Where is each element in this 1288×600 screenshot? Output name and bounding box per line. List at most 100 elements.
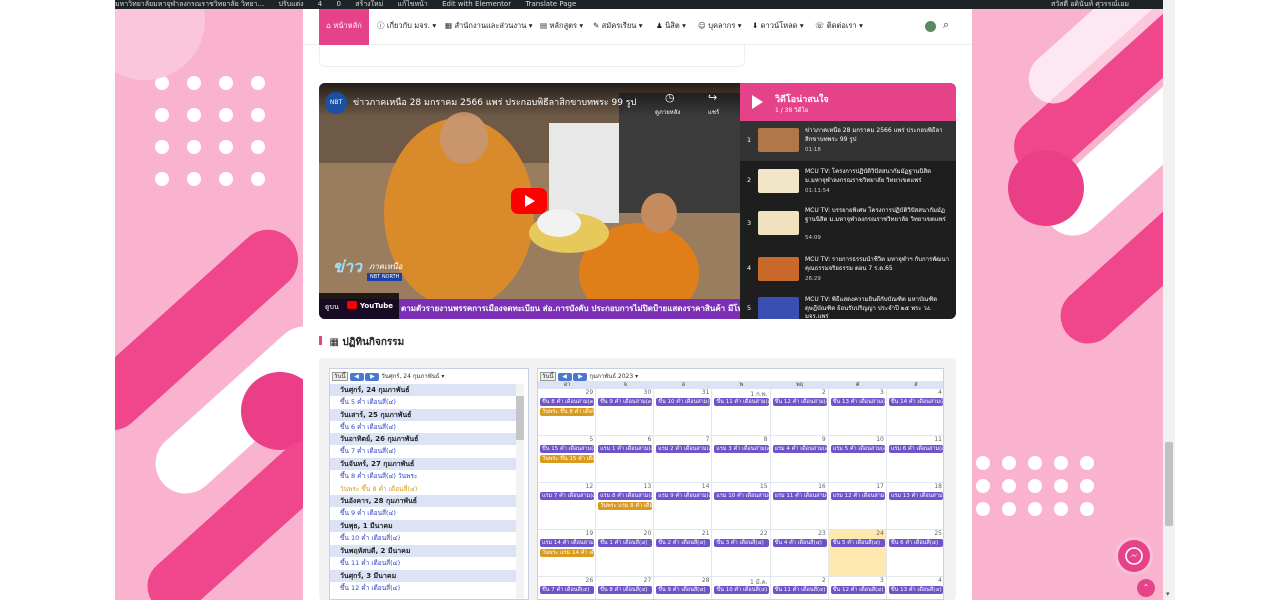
agenda-next-button[interactable]: ▶ <box>365 373 380 381</box>
agenda-scrollbar[interactable] <box>516 384 524 599</box>
playlist-item[interactable]: 4 MCU TV: รายการธรรมนำชีวิต มหาจุฬาฯ กับ… <box>740 249 956 289</box>
agenda-event[interactable]: ขึ้น 7 ค่ำ เดือนสี่(๔) <box>330 445 516 458</box>
scroll-down-icon[interactable]: ▾ <box>1166 590 1170 598</box>
calendar-event[interactable]: ขึ้น 9 ค่ำ เดือนสาม(๓) <box>598 398 653 406</box>
nav-offices[interactable]: ▦ สำนักงานและส่วนงาน ▾ <box>445 9 532 45</box>
calendar-event[interactable]: ขึ้น 3 ค่ำ เดือนสี่(๔) <box>714 539 769 547</box>
calendar-event[interactable]: แรม 6 ค่ำ เดือนสาม(๓) <box>888 445 943 453</box>
calendar-event[interactable]: ขึ้น 11 ค่ำ เดือนสี่(๔) <box>772 586 827 594</box>
playlist-item[interactable]: 2 MCU TV: โครงการปฏิบัติวิปัสสนากัมมัฏฐา… <box>740 161 956 201</box>
nav-staff[interactable]: ☺ บุคลากร ▾ <box>698 9 742 45</box>
month-prev-button[interactable]: ◀ <box>557 373 572 381</box>
calendar-event[interactable]: ขึ้น 13 ค่ำ เดือนสาม(๓) <box>830 398 885 406</box>
calendar-cell-today[interactable]: 24 <box>828 530 887 577</box>
video-title[interactable]: ข่าวภาคเหนือ 28 มกราคม 2566 แพร่ ประกอบพ… <box>353 95 683 109</box>
channel-avatar[interactable]: NBT <box>325 92 347 114</box>
month-dropdown-icon[interactable]: ▾ <box>635 373 638 380</box>
messenger-chat-button[interactable] <box>1118 540 1150 572</box>
calendar-event[interactable]: ขึ้น 2 ค่ำ เดือนสี่(๔) <box>656 539 711 547</box>
calendar-holy-day-event[interactable]: วันพระ ขึ้น 8 ค่ำ เดือนสาม <box>540 408 595 416</box>
calendar-event[interactable]: ขึ้น 10 ค่ำ เดือนสาม(๓) <box>656 398 711 406</box>
calendar-event[interactable]: แรม 5 ค่ำ เดือนสาม(๓) <box>830 445 885 453</box>
nav-about[interactable]: ⓘ เกี่ยวกับ มจร. ▾ <box>377 9 436 45</box>
calendar-event[interactable]: แรม 8 ค่ำ เดือนสาม(๓) <box>598 492 653 500</box>
month-today-button[interactable]: วันนี้ <box>540 372 556 381</box>
calendar-event[interactable]: ขึ้น 12 ค่ำ เดือนสี่(๔) <box>830 586 885 594</box>
agenda-event[interactable]: ขึ้น 10 ค่ำ เดือนสี่(๔) <box>330 532 516 545</box>
watch-later-icon[interactable]: ◷ <box>665 91 675 104</box>
nav-home[interactable]: ⌂ หน้าหลัก <box>319 9 369 45</box>
admin-comments-link[interactable]: 0 <box>337 0 341 9</box>
calendar-event[interactable]: ขึ้น 11 ค่ำ เดือนสาม(๓) <box>714 398 769 406</box>
calendar-event[interactable]: ขึ้น 14 ค่ำ เดือนสาม(๓) <box>888 398 943 406</box>
watch-on-youtube[interactable]: ดูบน YouTube <box>319 293 399 319</box>
agenda-scroll-thumb[interactable] <box>516 396 524 440</box>
calendar-cell[interactable]: 9 <box>770 436 829 483</box>
admin-elementor-link[interactable]: Edit with Elementor <box>442 0 511 9</box>
back-to-top-button[interactable]: ⌃ <box>1137 579 1155 597</box>
calendar-cell[interactable]: 12 <box>538 483 597 530</box>
nav-apply[interactable]: ✎ สมัครเรียน ▾ <box>593 9 643 45</box>
calendar-cell[interactable]: 1 ก.พ. <box>712 389 771 436</box>
calendar-event[interactable]: แรม 2 ค่ำ เดือนสาม(๓) <box>656 445 711 453</box>
playlist-item[interactable]: 5 MCU TV: พิธีแสดงความยินดีกับบัณฑิต มหา… <box>740 289 956 319</box>
playlist-item[interactable]: 3 MCU TV: บรรยายพิเศษ โครงการปฏิบัติวิปั… <box>740 201 956 249</box>
agenda-today-button[interactable]: วันนี้ <box>332 372 348 381</box>
playlist-item[interactable]: 1 ข่าวภาคเหนือ 28 มกราคม 2566 แพร่ ประกอ… <box>740 121 956 161</box>
calendar-cell[interactable]: 30 <box>596 389 655 436</box>
calendar-event[interactable]: ขึ้น 7 ค่ำ เดือนสี่(๔) <box>540 586 595 594</box>
calendar-event[interactable]: ขึ้น 9 ค่ำ เดือนสี่(๔) <box>656 586 711 594</box>
admin-greeting[interactable]: สวัสดี อดินันท์ ศุวรรณ์เอม <box>1051 0 1129 9</box>
calendar-event[interactable]: ขึ้น 4 ค่ำ เดือนสี่(๔) <box>772 539 827 547</box>
calendar-event[interactable]: ขึ้น 15 ค่ำ เดือนสาม(๓) <box>540 445 595 453</box>
agenda-prev-button[interactable]: ◀ <box>349 373 364 381</box>
calendar-cell[interactable]: 17 <box>828 483 887 530</box>
agenda-event[interactable]: ขึ้น 8 ค่ำ เดือนสี่(๔) วันพระ <box>330 470 516 483</box>
calendar-cell[interactable]: 31 <box>654 389 713 436</box>
admin-edit-link[interactable]: แก้ไขหน้า <box>397 0 427 9</box>
calendar-cell[interactable]: 7 <box>654 436 713 483</box>
share-icon[interactable]: ↪ <box>708 91 717 104</box>
admin-site-link[interactable]: มหาวิทยาลัยมหาจุฬาลงกรณราชวิทยาลัย วิทยา… <box>115 0 264 9</box>
agenda-event[interactable]: วันพระ ขึ้น 8 ค่ำ เดือนสี่(๔) <box>330 483 516 496</box>
calendar-event[interactable]: แรม 1 ค่ำ เดือนสาม(๓) <box>598 445 653 453</box>
calendar-cell[interactable]: 10 <box>828 436 887 483</box>
calendar-event[interactable]: แรม 9 ค่ำ เดือนสาม(๓) <box>656 492 711 500</box>
calendar-cell[interactable]: 23 <box>770 530 829 577</box>
calendar-cell[interactable]: 3 <box>828 389 887 436</box>
calendar-event[interactable]: ขึ้น 10 ค่ำ เดือนสี่(๔) <box>714 586 769 594</box>
calendar-cell[interactable]: 2 <box>770 389 829 436</box>
play-button[interactable] <box>511 188 547 214</box>
agenda-event[interactable]: ขึ้น 11 ค่ำ เดือนสี่(๔) <box>330 557 516 570</box>
video-player[interactable]: NBT ข่าวภาคเหนือ 28 มกราคม 2566 แพร่ ประ… <box>319 83 740 319</box>
nav-download[interactable]: ⬇ ดาวน์โหลด ▾ <box>752 9 804 45</box>
page-scrollbar[interactable]: ▾ <box>1163 0 1175 600</box>
search-icon[interactable]: ⌕ <box>943 18 949 32</box>
calendar-event[interactable]: แรม 13 ค่ำ เดือนสาม(๓) <box>888 492 943 500</box>
calendar-event[interactable]: ขึ้น 13 ค่ำ เดือนสี่(๔) <box>888 586 943 594</box>
calendar-holy-day-event[interactable]: วันพระ ขึ้น 15 ค่ำ เดือนสาม <box>540 455 595 463</box>
calendar-event[interactable]: ขึ้น 6 ค่ำ เดือนสี่(๔) <box>888 539 943 547</box>
calendar-event[interactable]: ขึ้น 1 ค่ำ เดือนสี่(๔) <box>598 539 653 547</box>
calendar-event[interactable]: แรม 10 ค่ำ เดือนสาม(๓) <box>714 492 769 500</box>
calendar-event[interactable]: ขึ้น 8 ค่ำ เดือนสี่(๔) <box>598 586 653 594</box>
nav-curriculum[interactable]: ▤ หลักสูตร ▾ <box>540 9 583 45</box>
nav-students[interactable]: ♟ นิสิต ▾ <box>656 9 686 45</box>
agenda-event[interactable]: ขึ้น 5 ค่ำ เดือนสี่(๔) <box>330 396 516 409</box>
nav-contact[interactable]: ☏ ติดต่อเรา ▾ <box>815 9 863 45</box>
agenda-event[interactable]: ขึ้น 9 ค่ำ เดือนสี่(๔) <box>330 507 516 520</box>
admin-translate-link[interactable]: Translate Page <box>525 0 576 9</box>
admin-updates-link[interactable]: 4 <box>318 0 322 9</box>
calendar-cell[interactable]: 8 <box>712 436 771 483</box>
calendar-event[interactable]: ขึ้น 12 ค่ำ เดือนสาม(๓) <box>772 398 827 406</box>
calendar-event[interactable]: ขึ้น 8 ค่ำ เดือนสาม(๓) <box>540 398 595 406</box>
admin-new-link[interactable]: สร้างใหม่ <box>355 0 383 9</box>
calendar-cell[interactable]: 20 <box>596 530 655 577</box>
calendar-holy-day-event[interactable]: วันพระ แรม 8 ค่ำ เดือนสาม <box>598 502 653 510</box>
admin-customize-link[interactable]: ปรับแต่ง <box>278 0 303 9</box>
agenda-event[interactable]: ขึ้น 6 ค่ำ เดือนสี่(๔) <box>330 421 516 434</box>
calendar-cell[interactable]: 21 <box>654 530 713 577</box>
calendar-cell[interactable]: 6 <box>596 436 655 483</box>
calendar-cell[interactable]: 14 <box>654 483 713 530</box>
calendar-event[interactable]: แรม 3 ค่ำ เดือนสาม(๓) <box>714 445 769 453</box>
